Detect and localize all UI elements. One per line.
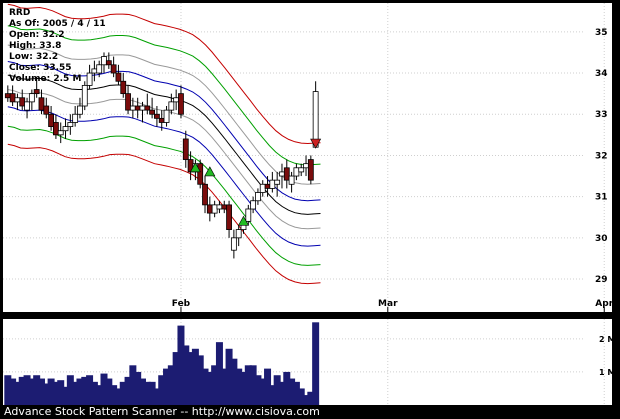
candle-body-up [101,56,107,66]
price-x-tick-label: Feb [172,299,191,309]
price-y-tick-label: 30 [595,234,608,244]
candle-body-up [259,183,266,193]
candle-body-up [269,179,276,189]
info-low: Low: 32.2 [9,52,58,62]
candle-body-down [53,122,59,136]
candle-body-up [96,64,103,74]
candle-body-down [19,97,26,107]
candle-body-up [298,167,305,173]
candle-body-down [178,93,184,115]
candle-body-down [48,113,54,127]
candle-body-down [9,93,16,103]
price-y-tick-label: 32 [595,151,608,161]
candle-body-down [182,138,189,160]
candle [307,155,314,185]
candle-body-up [245,208,252,222]
info-close: Close: 33.55 [9,63,72,73]
candle-body-down [226,204,232,231]
candle-body-down [307,159,314,181]
candle-body-up [211,204,218,214]
price-panel: 29 30 31 32 33 34 35 Feb Mar Apr RRD As Of: 2005… [3,3,614,312]
candle-body-up [77,105,83,115]
candle-body-down [264,183,271,189]
candle-body-up [216,204,223,210]
candle-body-up [28,93,35,103]
candle-body-up [255,192,261,202]
info-open: Open: 32.2 [9,30,65,40]
candle-body-up [86,72,93,86]
candle-body-down [110,64,117,74]
footer-text: Advance Stock Pattern Scanner -- http://… [4,405,320,418]
candle-body-up [57,130,64,136]
volume-panel: 1 M 2 M [3,319,615,405]
candle-body-up [288,175,295,185]
candle [197,159,204,189]
candle-body-up [303,163,309,169]
candle-body-up [14,97,21,103]
price-y-tick-label: 34 [595,69,608,79]
candle-body-up [72,113,79,123]
candle-body-up [62,126,69,132]
candle-body-down [197,163,204,185]
candle-body-down [202,183,208,206]
candle-body-down [120,80,127,95]
candle-body-down [105,60,112,66]
candle-body-up [168,101,175,111]
candle-body-up [67,122,74,128]
candle-body-down [43,105,50,115]
candle-body-up [293,167,300,177]
price-x-tick-label: Mar [378,299,398,309]
price-y-tick-label: 29 [595,275,608,285]
price-y-tick-label: 33 [595,110,608,120]
candle-body-down [158,117,165,123]
candle-body-up [91,68,98,74]
candle-body-down [283,167,290,181]
volume-y-tick-label: 1 M [599,368,615,377]
info-volume: Volume: 2.5 M [9,74,81,84]
candle-body-up [250,200,257,210]
candle-body-up [129,105,136,111]
candle-body-down [144,105,151,111]
candle-body-down [4,93,11,99]
info-symbol: RRD [9,8,30,18]
candle-body-up [24,101,30,111]
candle-body-down [134,105,141,111]
candle-body-down [33,89,40,95]
info-as-of: As Of: 2005 / 4 / 11 [9,19,106,29]
volume-y-tick-label: 2 M [599,335,615,344]
candle-body-down [115,72,122,82]
candle-body-down [38,97,45,111]
candle-body-down [206,204,213,214]
candle-body-up [139,105,146,111]
info-high: High: 33.8 [9,41,61,51]
candle-body-up [81,85,88,107]
volume-bar [312,322,320,405]
price-x-tick-label: Apr [595,299,613,309]
price-y-tick-label: 35 [595,28,608,38]
candle-body-up [274,179,281,185]
candle-body-up [173,97,180,103]
candle-body-up [230,237,237,251]
price-y-tick-label: 31 [595,193,608,203]
candle-body-down [221,204,228,210]
candle-body-down [149,109,156,115]
candle-body-up [235,229,242,239]
candle-body-up [163,109,170,123]
chart-canvas: 29 30 31 32 33 34 35 Feb Mar Apr RRD As Of: 2005… [0,0,620,419]
candle-body-up [279,171,285,177]
candle-body-down [125,93,131,111]
candle [81,81,88,111]
candle-body-down [154,113,160,119]
